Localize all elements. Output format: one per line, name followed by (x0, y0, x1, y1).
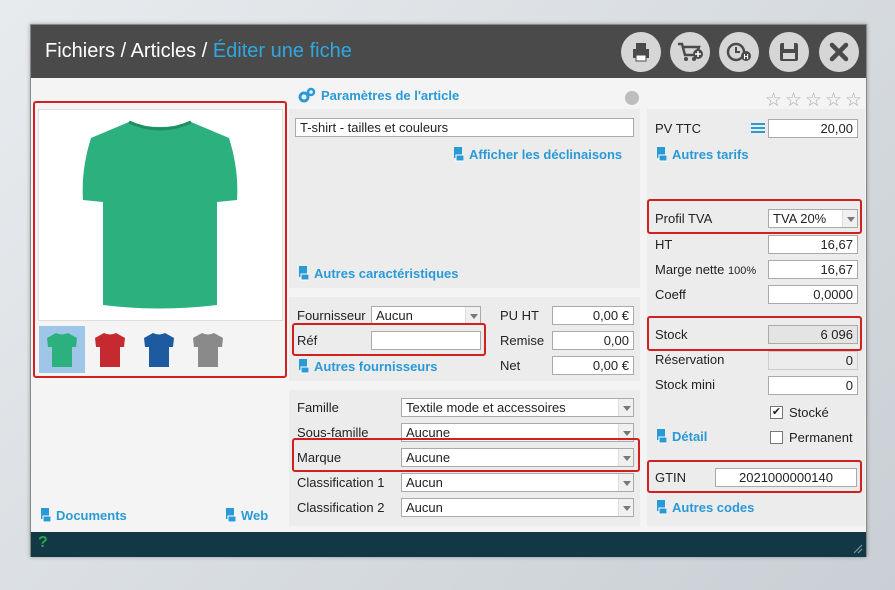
ht-label: HT (655, 237, 673, 252)
web-label: Web (241, 507, 269, 523)
net-input[interactable]: 0,00 € (552, 356, 634, 375)
permanent-checkbox[interactable] (770, 431, 783, 444)
other-characteristics-link[interactable]: Autres caractéristiques (298, 265, 459, 281)
title-bar: Fichiers / Articles / Éditer une fiche H (31, 25, 866, 78)
print-icon (633, 43, 649, 62)
stocke-label: Stocké (789, 405, 829, 420)
other-prices-link[interactable]: Autres tarifs (656, 146, 749, 162)
article-params-title: Paramètres de l'article (298, 87, 459, 103)
chevron-down-icon (465, 307, 480, 324)
marque-highlight-box (292, 438, 640, 472)
coeff-label: Coeff (655, 287, 686, 302)
document-icon (657, 429, 667, 444)
edit-article-window: Fichiers / Articles / Éditer une fiche H (30, 24, 867, 557)
history-button[interactable]: H (719, 32, 759, 72)
class2-label: Classification 2 (297, 500, 385, 515)
reservation-label: Réservation (655, 352, 725, 367)
class1-value: Aucun (406, 475, 443, 490)
famille-select[interactable]: Textile mode et accessoires (401, 398, 634, 417)
detail-label: Détail (672, 428, 708, 444)
help-icon[interactable]: ? (38, 534, 48, 552)
other-characteristics-label: Autres caractéristiques (314, 265, 459, 281)
other-suppliers-label: Autres fournisseurs (314, 358, 438, 374)
close-button[interactable] (819, 32, 859, 72)
document-icon (454, 147, 464, 162)
puht-input[interactable]: 0,00 € (552, 306, 634, 325)
class1-select[interactable]: Aucun (401, 473, 634, 492)
marge-percent: 100% (728, 265, 757, 277)
breadcrumb-articles[interactable]: Articles (131, 40, 197, 62)
add-to-cart-button[interactable] (670, 32, 710, 72)
detail-link[interactable]: Détail (656, 428, 707, 444)
marge-label: Marge nette 100% (655, 262, 756, 277)
web-link[interactable]: Web (225, 507, 268, 523)
documents-link[interactable]: Documents (40, 507, 127, 523)
save-icon (780, 43, 798, 61)
status-bar: ? (31, 532, 866, 557)
stock-highlight-box (647, 316, 862, 351)
coeff-input[interactable]: 0,0000 (768, 285, 858, 304)
other-codes-label: Autres codes (672, 499, 755, 515)
article-name-input[interactable]: T-shirt - tailles et couleurs (295, 118, 634, 137)
svg-text:H: H (744, 54, 749, 61)
show-variants-label: Afficher les déclinaisons (469, 146, 623, 162)
class2-select[interactable]: Aucun (401, 498, 634, 517)
document-icon (226, 508, 236, 523)
gtin-highlight-box (647, 460, 862, 493)
marge-input[interactable]: 16,67 (768, 260, 858, 279)
breadcrumb-separator: / (115, 40, 131, 62)
show-variants-link[interactable]: Afficher les déclinaisons (453, 146, 622, 162)
permanent-label: Permanent (789, 430, 853, 445)
resize-grip-icon[interactable] (853, 544, 863, 554)
breadcrumb-current: Éditer une fiche (212, 40, 352, 62)
document-icon (657, 500, 667, 515)
puht-label: PU HT (500, 308, 539, 323)
ref-highlight-box (292, 323, 486, 356)
article-params-label: Paramètres de l'article (321, 87, 460, 103)
marge-label-text: Marge nette (655, 262, 725, 277)
pvttc-label: PV TTC (655, 121, 701, 136)
chevron-down-icon (618, 499, 633, 516)
documents-label: Documents (56, 507, 127, 523)
breadcrumb-fichiers[interactable]: Fichiers (45, 40, 115, 62)
status-dot-icon (625, 91, 639, 105)
document-icon (299, 359, 309, 374)
other-suppliers-link[interactable]: Autres fournisseurs (298, 358, 438, 374)
stock-mini-label: Stock mini (655, 377, 715, 392)
fournisseur-value: Aucun (376, 308, 413, 323)
cart-add-icon (678, 42, 703, 61)
famille-label: Famille (297, 400, 339, 415)
menu-icon[interactable] (751, 123, 765, 133)
remise-input[interactable]: 0,00 (552, 331, 634, 350)
pvttc-input[interactable]: 20,00 (768, 119, 858, 138)
class1-label: Classification 1 (297, 475, 385, 490)
other-codes-link[interactable]: Autres codes (656, 499, 754, 515)
gears-icon (298, 87, 316, 103)
image-highlight-box (33, 101, 287, 378)
fournisseur-label: Fournisseur (297, 308, 366, 323)
reservation-value: 0 (768, 351, 858, 370)
famille-value: Textile mode et accessoires (406, 400, 566, 415)
remise-label: Remise (500, 333, 545, 348)
chevron-down-icon (618, 474, 633, 491)
document-icon (657, 147, 667, 162)
stocke-checkbox[interactable]: ✔ (770, 406, 783, 419)
print-button[interactable] (621, 32, 661, 72)
ht-input[interactable]: 16,67 (768, 235, 858, 254)
class2-value: Aucun (406, 500, 443, 515)
breadcrumb-separator: / (196, 40, 213, 62)
close-icon (829, 42, 849, 62)
stock-mini-input[interactable]: 0 (768, 376, 858, 395)
other-prices-label: Autres tarifs (672, 146, 749, 162)
save-button[interactable] (769, 32, 809, 72)
net-label: Net (500, 358, 521, 373)
clock-history-icon: H (726, 42, 751, 62)
tva-highlight-box (647, 199, 862, 234)
breadcrumb: Fichiers / Articles / Éditer une fiche (45, 40, 352, 63)
chevron-down-icon (618, 399, 633, 416)
document-icon (41, 508, 51, 523)
document-icon (299, 266, 309, 281)
